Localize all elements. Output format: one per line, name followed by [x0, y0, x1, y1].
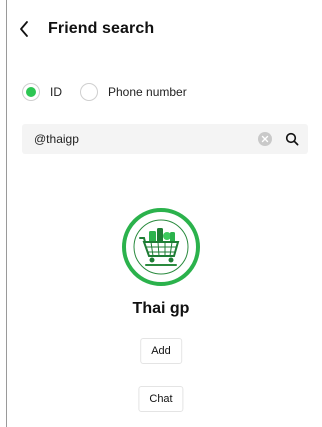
search-result-profile: Thai gp [0, 208, 322, 318]
header-bar: Friend search [18, 14, 308, 44]
search-type-radio-group: ID Phone number [22, 80, 205, 104]
radio-label-phone-number: Phone number [108, 85, 187, 99]
profile-name: Thai gp [132, 300, 190, 317]
chat-button[interactable]: Chat [138, 386, 184, 412]
radio-button-id[interactable] [22, 83, 40, 101]
search-icon[interactable] [284, 131, 300, 147]
search-input[interactable] [34, 129, 258, 149]
clear-circle-icon[interactable] [258, 132, 272, 146]
avatar [122, 208, 200, 286]
radio-option-id[interactable]: ID [22, 83, 62, 101]
radio-option-phone-number[interactable]: Phone number [80, 83, 187, 101]
chevron-left-icon[interactable] [18, 17, 38, 41]
add-friend-button[interactable]: Add [140, 338, 182, 364]
radio-button-phone-number[interactable] [80, 83, 98, 101]
page-title: Friend search [48, 20, 155, 37]
radio-label-id: ID [50, 85, 62, 99]
search-box [22, 124, 308, 154]
shopping-cart-logo [130, 216, 192, 278]
